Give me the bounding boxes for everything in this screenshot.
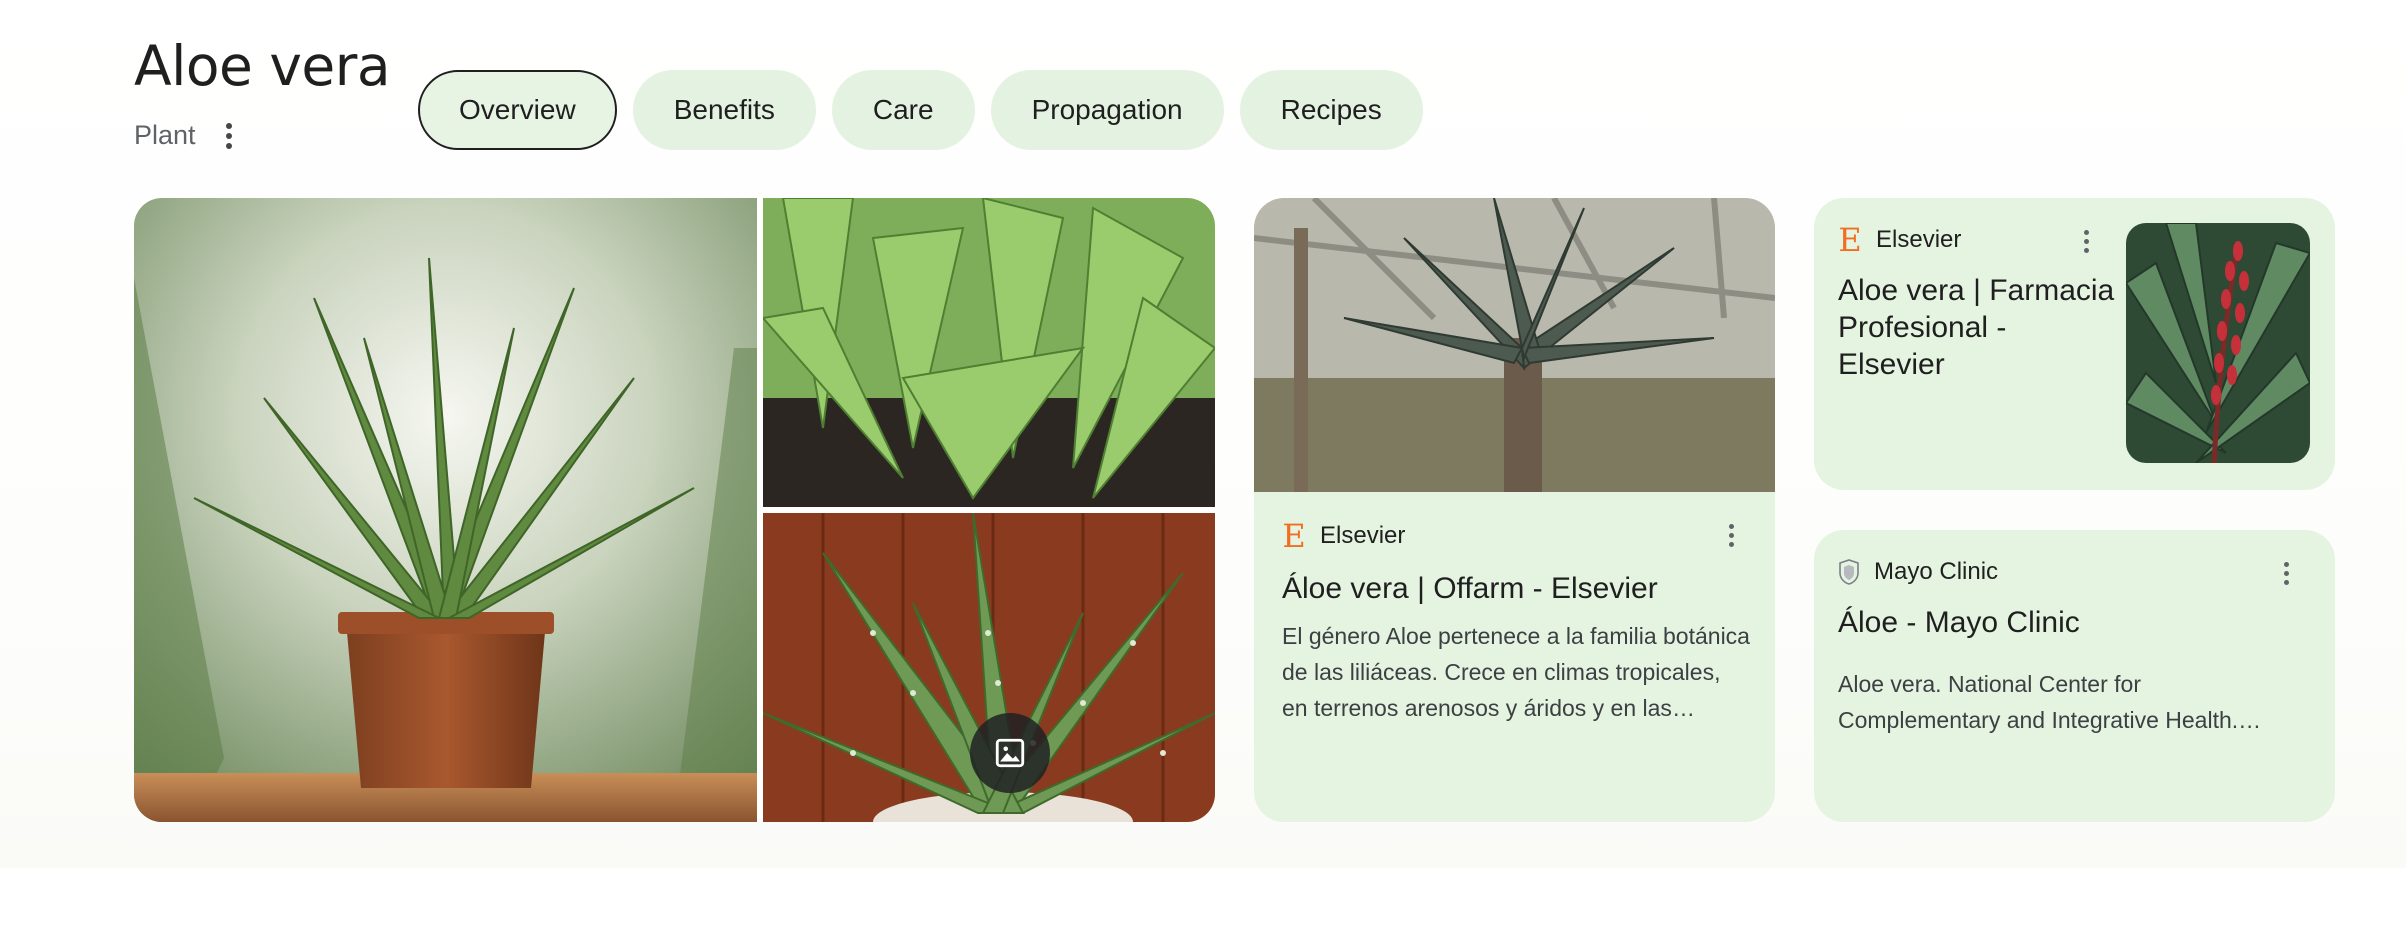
- result-thumbnail-greenhouse-aloe: [1254, 198, 1775, 492]
- tab-benefits[interactable]: Benefits: [632, 70, 816, 150]
- result-more-options-icon[interactable]: [1721, 520, 1741, 550]
- gallery-image-potted-aloe[interactable]: [134, 198, 757, 822]
- result-snippet: Aloe vera. National Center for Complemen…: [1838, 671, 2239, 733]
- topic-tabs: Overview Benefits Care Propagation Recip…: [418, 70, 1423, 150]
- result-card-offarm[interactable]: E Elsevier Áloe vera | Offarm - Elsevier…: [1254, 198, 1775, 822]
- knowledge-panel: Aloe vera Plant Overview Benefits Care P…: [0, 0, 2406, 868]
- tab-overview[interactable]: Overview: [418, 70, 617, 150]
- result-more-options-icon[interactable]: [2076, 226, 2096, 256]
- result-more-options-icon[interactable]: [2276, 558, 2296, 588]
- entity-title: Aloe vera: [134, 34, 391, 98]
- result-thumbnail-flowering-aloe: [2126, 223, 2310, 463]
- tab-care[interactable]: Care: [831, 70, 975, 150]
- result-source-name: Elsevier: [1876, 226, 1962, 253]
- result-source-name: Elsevier: [1320, 522, 1406, 549]
- mayo-clinic-logo-icon: [1838, 559, 1860, 585]
- entity-more-options-icon[interactable]: [216, 121, 242, 151]
- result-snippet: El género Aloe pertenece a la familia bo…: [1282, 623, 1750, 721]
- result-source-name: Mayo Clinic: [1874, 558, 1999, 585]
- tab-recipes[interactable]: Recipes: [1239, 70, 1423, 150]
- entity-subtitle: Plant: [134, 120, 196, 150]
- elsevier-logo-icon: E: [1838, 221, 1862, 259]
- result-source-row: E Elsevier: [1282, 520, 1405, 552]
- image-gallery: [134, 198, 1215, 822]
- gallery-image-aloe-seedlings[interactable]: [763, 198, 1215, 507]
- elsevier-logo-icon: E: [1282, 517, 1306, 555]
- result-title[interactable]: Áloe vera | Offarm - Elsevier: [1282, 570, 1752, 607]
- result-source-row: E Elsevier: [1838, 224, 1961, 256]
- result-source-row: Mayo Clinic: [1838, 558, 1998, 586]
- tab-propagation[interactable]: Propagation: [990, 70, 1224, 150]
- result-title[interactable]: Áloe - Mayo Clinic: [1838, 604, 2308, 641]
- result-card-mayo-clinic[interactable]: Mayo Clinic Áloe - Mayo Clinic Aloe vera…: [1814, 530, 2335, 822]
- result-card-farmacia[interactable]: E Elsevier Aloe vera | Farmacia Profesio…: [1814, 198, 2335, 490]
- image-gallery-icon[interactable]: [970, 713, 1050, 793]
- result-title[interactable]: Aloe vera | Farmacia Profesional - Elsev…: [1838, 272, 2118, 383]
